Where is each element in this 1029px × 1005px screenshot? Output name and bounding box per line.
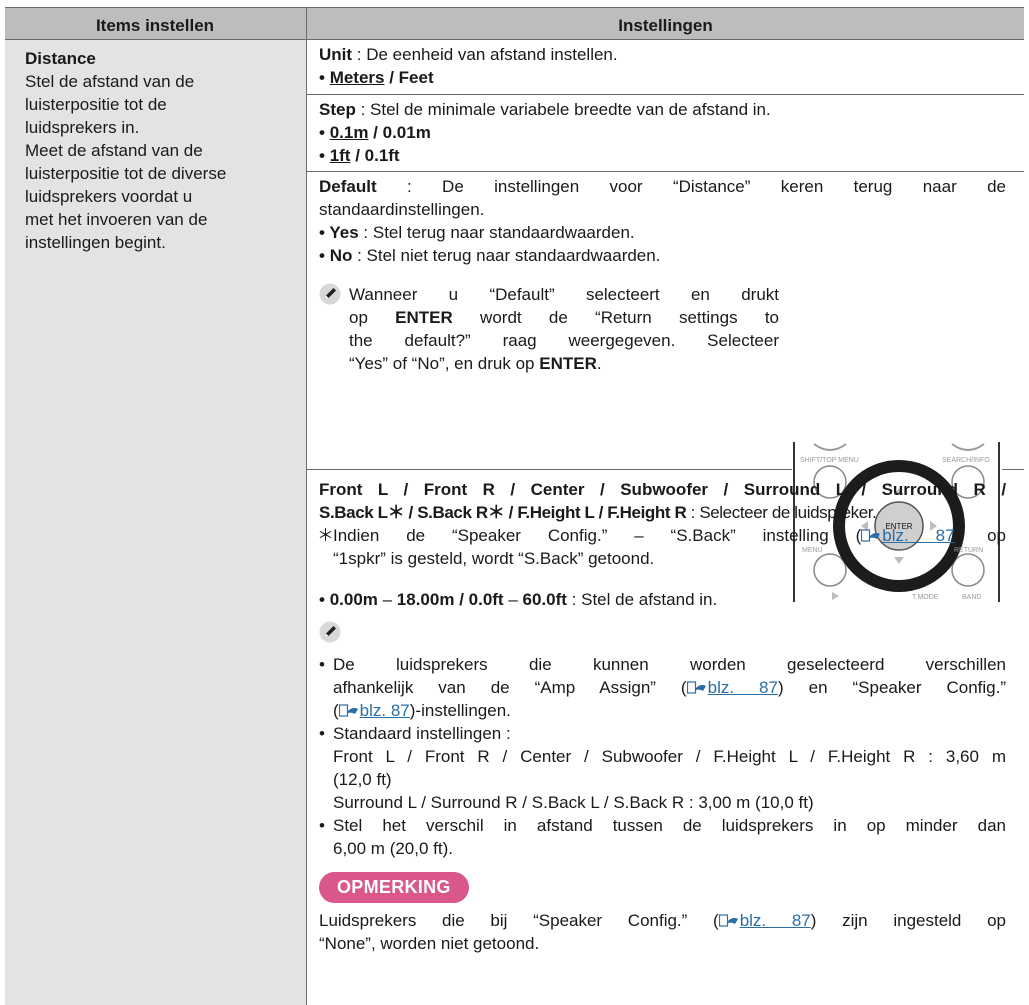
- speaker-list-1: Front L / Front R / Center / Subwoofer /…: [319, 480, 1007, 499]
- pencil-note-icon: [319, 621, 341, 643]
- table-header: Items instellen Instellingen: [5, 7, 1024, 40]
- opmerking-badge: OPMERKING: [319, 872, 469, 903]
- default-yes-desc: : Stel terug naar standaardwaarden.: [358, 223, 635, 242]
- page-ref-icon: [338, 701, 359, 717]
- opmerking-line-1: Luidsprekers die bij “Speaker Config.” (…: [319, 911, 1006, 930]
- settings-table: Items instellen Instellingen Distance St…: [5, 7, 1024, 1005]
- default-desc: : De instellingen voor “Distance” keren …: [376, 177, 1006, 196]
- item-desc-line: Meet de afstand van de: [25, 141, 203, 160]
- note-2a: Front L / Front R / Center / Subwoofer /…: [333, 747, 1006, 766]
- note-1b: afhankelijk van de “Amp Assign” (blz. 87…: [333, 678, 1006, 697]
- item-desc-line: Stel de afstand van de: [25, 72, 195, 91]
- step-row: Step : Stel de minimale variabele breedt…: [307, 95, 1024, 172]
- speaker-list-2: S.Back L＊ / S.Back R＊ / F.Height L / F.H…: [319, 503, 877, 522]
- speaker-footnote-2: “1spkr” is gesteld, wordt “S.Back” getoo…: [333, 549, 655, 568]
- note-2b: (12,0 ft): [333, 770, 392, 789]
- note-line-4b: .: [596, 354, 602, 373]
- item-desc-line: luidsprekers voordat u: [25, 187, 193, 206]
- step-opt-01ft: 0.1ft: [364, 146, 400, 165]
- page-ref-icon: [686, 678, 707, 694]
- unit-label: Unit: [319, 45, 353, 64]
- default-no: No: [329, 246, 353, 265]
- default-no-desc: : Stel niet terug naar standaardwaarden.: [352, 246, 661, 265]
- item-cell: Distance Stel de afstand van de luisterp…: [5, 40, 306, 1005]
- unit-row: Unit : De eenheid van afstand instellen.…: [307, 40, 1024, 95]
- step-desc: : Stel de minimale variabele breedte van…: [355, 100, 771, 119]
- page-ref-link[interactable]: blz. 87: [882, 526, 954, 545]
- page-ref-link[interactable]: blz. 87: [740, 911, 811, 930]
- note-3: • Stel het verschil in afstand tussen de …: [319, 816, 1006, 835]
- step-opt-1ft: 1ft: [329, 146, 351, 165]
- speaker-footnote: ＊ Indien de “Speaker Config.” – “S.Back” …: [317, 526, 1006, 545]
- distance-range: • 0.00m – 18.00m / 0.0ft – 60.0ft : Stel…: [319, 590, 718, 609]
- item-desc-line: luisterpositie tot de diverse: [25, 164, 227, 183]
- default-row: Default : De instellingen voor “Distance…: [307, 172, 1024, 602]
- item-desc-line: luisterpositie tot de: [25, 95, 167, 114]
- page-ref-icon: [861, 526, 881, 542]
- default-note: Wanneer u “Default” selecteert en drukt …: [319, 283, 779, 375]
- default-desc-2: standaardinstellingen.: [319, 200, 485, 219]
- enter-key-2: ENTER: [539, 354, 597, 373]
- note-line-4a: “Yes” of “No”, en druk op: [349, 354, 540, 373]
- remote-search-label: SEARCH/INFO: [942, 457, 990, 464]
- page-ref-link[interactable]: blz. 87: [360, 701, 410, 720]
- step-label: Step: [319, 100, 356, 119]
- default-label: Default: [319, 177, 377, 196]
- speaker-row: Front L / Front R / Center / Subwoofer /…: [307, 470, 1024, 1005]
- default-yes: Yes: [329, 223, 359, 242]
- item-title: Distance: [25, 49, 96, 68]
- item-desc-line: instellingen begint.: [25, 233, 166, 252]
- unit-opt-feet: Feet: [398, 68, 434, 87]
- note-line-2a: op: [349, 308, 396, 327]
- step-opt-01m: 0.1m: [329, 123, 369, 142]
- note-3b: 6,00 m (20,0 ft).: [333, 839, 453, 858]
- enter-key-1: ENTER: [395, 308, 453, 327]
- pencil-note-icon: [319, 283, 341, 305]
- item-desc-line: luidsprekers in.: [25, 118, 140, 137]
- header-items: Items instellen: [95, 16, 215, 35]
- page-ref-icon: [718, 911, 739, 927]
- note-1c: (blz. 87)-instellingen.: [333, 701, 511, 720]
- note-line-1: Wanneer u “Default” selecteert en drukt: [349, 285, 779, 304]
- note-line-2b: wordt de “Return settings to: [452, 308, 779, 327]
- step-opt-001m: 0.01m: [382, 123, 431, 142]
- item-desc-line: met het invoeren van de: [25, 210, 208, 229]
- note-1: • De luidsprekers die kunnen worden gesel…: [319, 655, 1006, 674]
- unit-sep: /: [384, 68, 399, 87]
- header-settings: Instellingen: [618, 16, 713, 35]
- opmerking-line-2: “None”, worden niet getoond.: [319, 934, 540, 953]
- note-2c: Surround L / Surround R / S.Back L / S.B…: [333, 793, 814, 812]
- page-ref-link[interactable]: blz. 87: [708, 678, 778, 697]
- remote-shift-label: SHIFT/TOP MENU: [800, 457, 859, 464]
- note-2: • Standaard instellingen :: [319, 724, 511, 743]
- note-line-3: the default?” raag weergegeven. Selectee…: [349, 331, 779, 350]
- unit-opt-meters: Meters: [329, 68, 385, 87]
- unit-desc: : De eenheid van afstand instellen.: [352, 45, 618, 64]
